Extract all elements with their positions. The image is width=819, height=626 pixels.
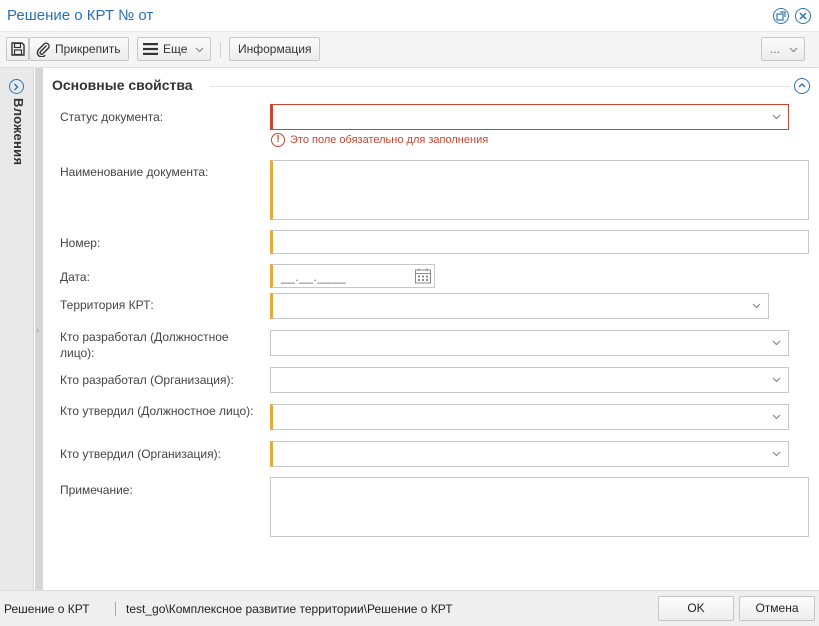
developed-person-label: Кто разработал (Должностное лицо): [60,330,229,360]
chevron-down-icon [772,114,781,120]
toolbar: Прикрепить Еще Информация ... [0,32,819,68]
status-error-text: Это поле обязательно для заполнения [290,134,489,146]
info-button[interactable]: Информация [229,37,320,61]
approved-org-label: Кто утвердил (Организация): [60,447,221,461]
chevron-down-icon [752,303,761,309]
more-label: Еще [163,42,188,56]
section-title: Основные свойства [52,77,193,93]
cancel-button[interactable]: Отмена [739,596,815,621]
close-icon[interactable] [795,8,811,24]
dialog-window: Решение о КРТ № от Прикрепить Еще Информ… [0,0,819,626]
paperclip-icon [36,42,50,57]
chevron-down-icon [772,451,781,457]
section-divider [210,86,790,87]
calendar-icon[interactable] [414,267,432,285]
status-select[interactable] [270,104,789,130]
note-textarea[interactable] [270,477,809,537]
info-label: Информация [238,42,312,56]
save-button[interactable] [6,37,29,61]
expand-icon[interactable] [9,79,24,94]
title-bar: Решение о КРТ № от [0,0,819,32]
status-doc-type: Решение о КРТ [4,602,90,616]
save-icon [11,42,25,56]
toolbar-separator [220,42,221,58]
splitter-grip-icon: › [36,325,40,336]
number-input[interactable] [270,230,809,254]
overflow-label: ... [770,42,781,56]
detach-window-icon[interactable] [773,8,789,24]
developed-person-select[interactable] [270,330,789,356]
chevron-down-icon [772,414,781,420]
collapse-section-icon[interactable] [794,78,810,94]
territory-select[interactable] [270,293,769,319]
attachments-side-tab[interactable]: Вложения [0,68,34,590]
status-bar: Решение о КРТ test_go\Комплексное развит… [0,590,819,626]
attach-button[interactable]: Прикрепить [29,37,129,61]
status-label: Статус документа: [60,110,164,124]
error-icon: ! [271,133,285,147]
date-mask: __.__.____ [281,270,347,284]
status-path: test_go\Комплексное развитие территории\… [126,602,453,616]
attach-label: Прикрепить [55,42,121,56]
overflow-menu-button[interactable]: ... [761,37,805,61]
approved-org-select[interactable] [270,441,789,467]
chevron-down-icon [789,47,798,53]
territory-label: Территория КРТ: [60,298,154,312]
developed-org-label: Кто разработал (Организация): [60,373,234,387]
approved-person-label: Кто утвердил (Должностное лицо): [60,404,254,418]
window-title: Решение о КРТ № от [7,7,154,24]
chevron-down-icon [195,47,204,53]
note-label: Примечание: [60,483,133,497]
more-menu-button[interactable]: Еще [137,37,211,61]
number-label: Номер: [60,236,101,250]
attachments-tab-label: Вложения [11,98,26,166]
approved-person-select[interactable] [270,404,789,430]
status-divider [115,602,116,616]
date-label: Дата: [60,270,90,284]
doc-name-label: Наименование документа: [60,165,209,179]
chevron-down-icon [772,340,781,346]
chevron-down-icon [772,377,781,383]
menu-icon [143,43,158,55]
developed-org-select[interactable] [270,367,789,393]
ok-button[interactable]: OK [658,596,734,621]
date-input[interactable]: __.__.____ [270,264,435,288]
doc-name-textarea[interactable] [270,160,809,220]
